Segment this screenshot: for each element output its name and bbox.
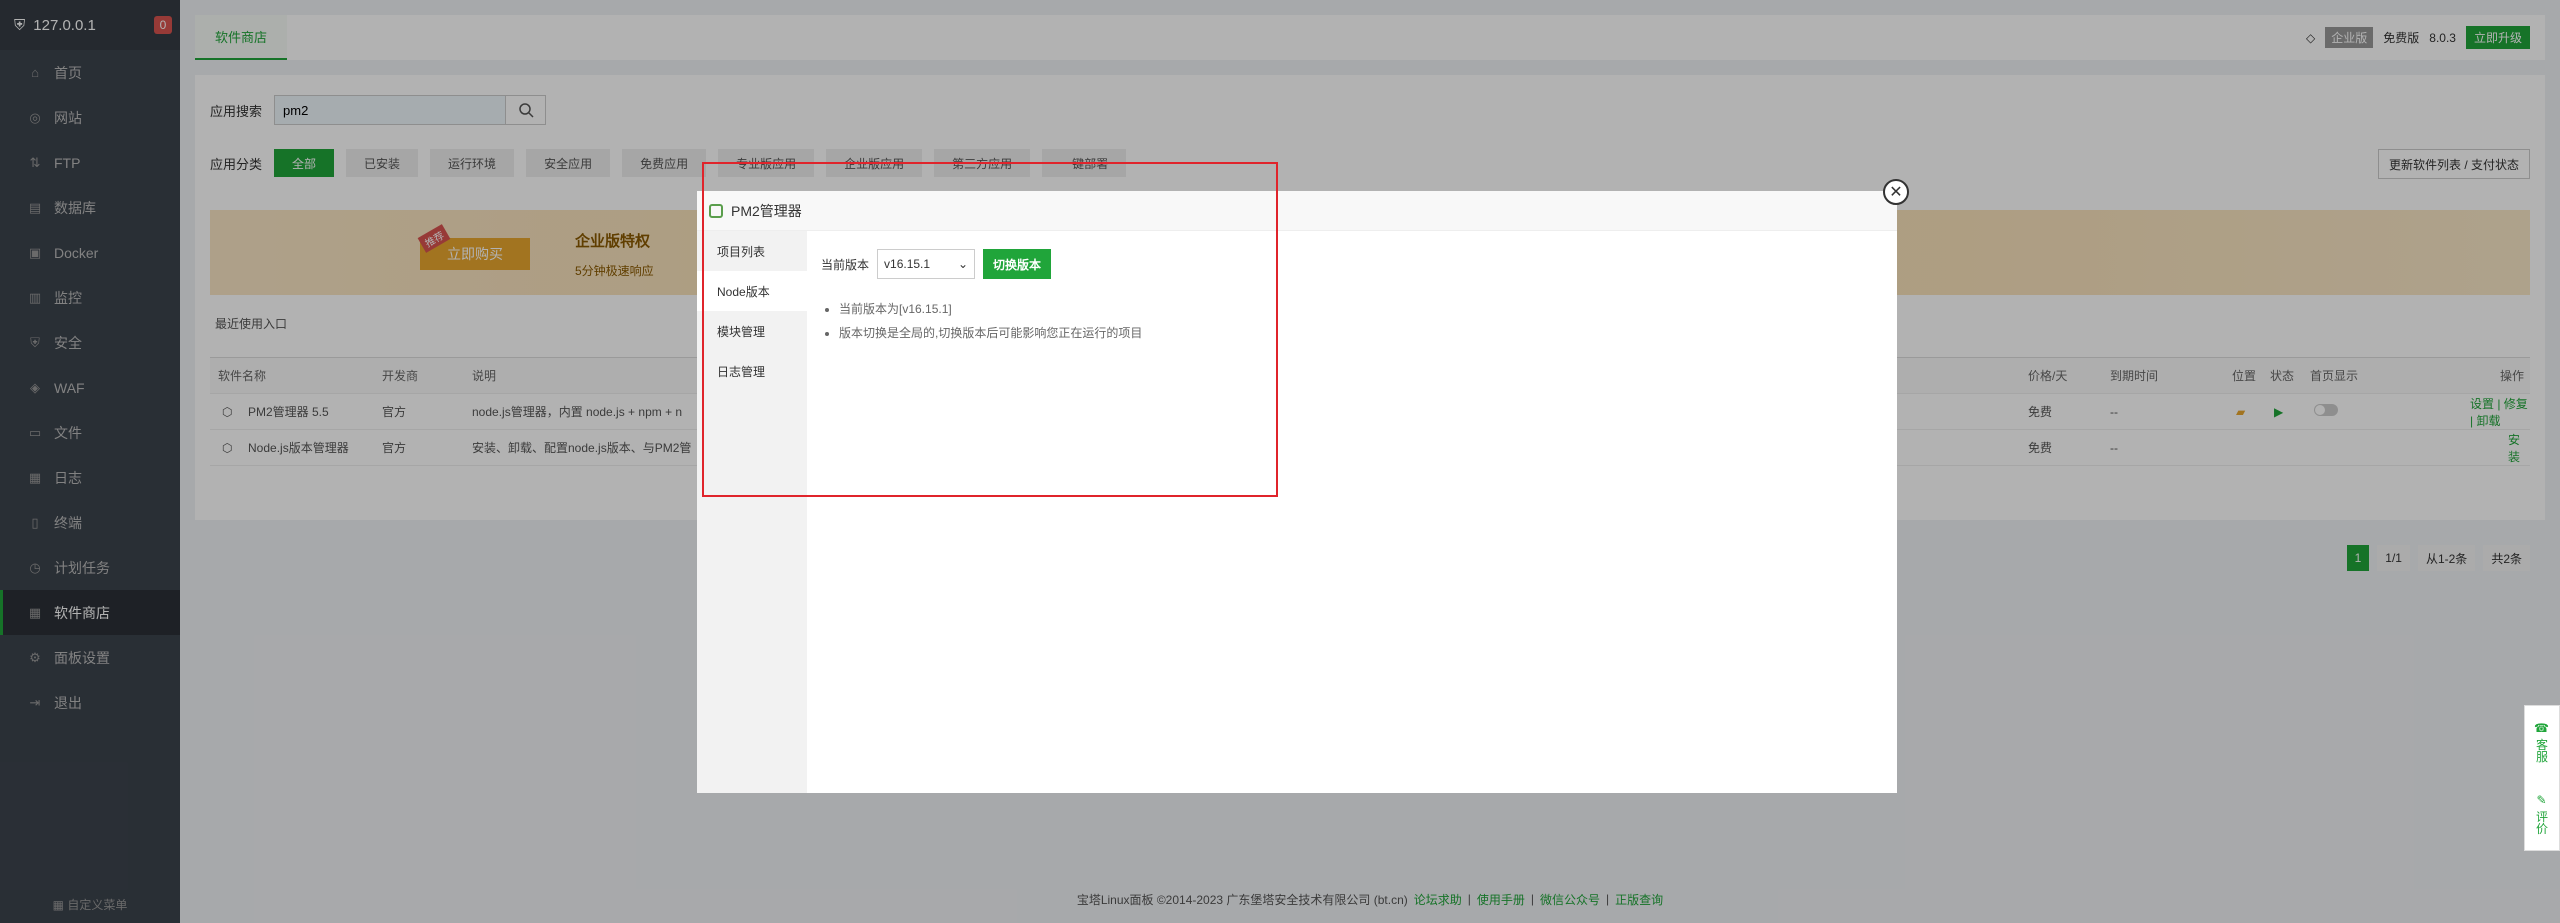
close-button[interactable]: ✕	[1883, 179, 1909, 205]
close-icon: ✕	[1889, 184, 1903, 201]
review-button[interactable]: ✎ 评价	[2534, 793, 2551, 834]
float-toolbar: ☎ 客服 ✎ 评价	[2524, 705, 2560, 851]
edit-icon: ✎	[2534, 793, 2549, 808]
highlight-box	[702, 162, 1278, 497]
customer-service-button[interactable]: ☎ 客服	[2534, 721, 2551, 762]
headset-icon: ☎	[2534, 721, 2549, 736]
